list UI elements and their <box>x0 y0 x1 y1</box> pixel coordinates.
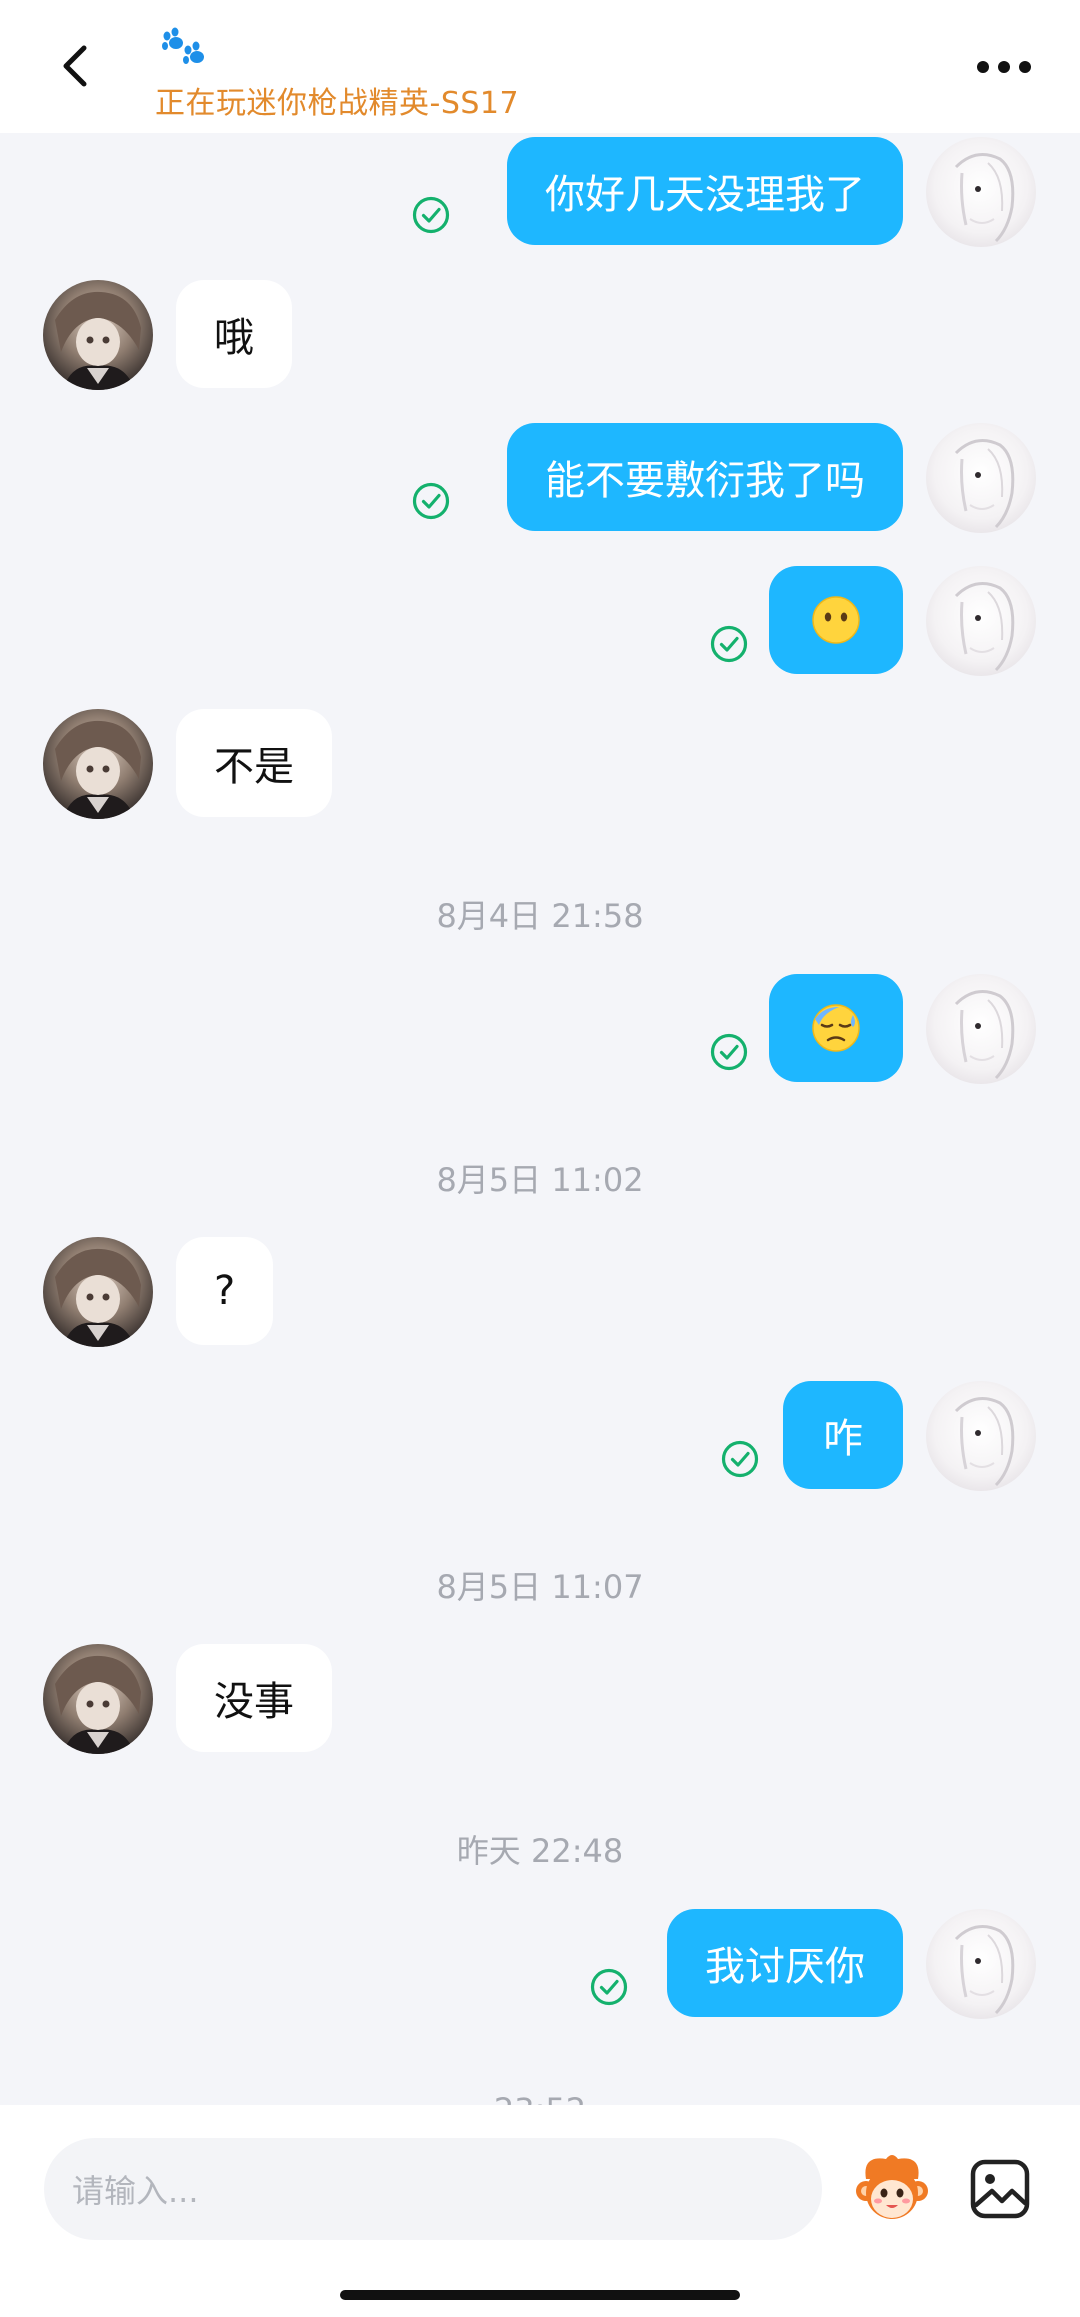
message-list[interactable]: 你好几天没理我了 哦 能不要敷衍我了吗 不是 8月4日 21:58 8月5日 1… <box>0 133 1080 2105</box>
chevron-left-icon <box>63 45 87 87</box>
message-row-outgoing <box>0 566 1080 676</box>
message-input[interactable]: 请输入... <box>44 2138 822 2240</box>
message-row-outgoing: 我讨厌你 <box>0 1909 1080 2019</box>
paw-icon <box>154 24 210 74</box>
read-check-icon <box>589 1967 629 2007</box>
time-divider: 8月4日 21:58 <box>436 897 644 935</box>
image-button[interactable] <box>968 2157 1032 2221</box>
home-indicator <box>340 2290 740 2300</box>
contact-avatar[interactable] <box>43 1644 153 1754</box>
my-avatar[interactable] <box>926 566 1036 676</box>
contact-avatar[interactable] <box>43 1237 153 1347</box>
more-button[interactable] <box>974 52 1034 82</box>
contact-avatar[interactable] <box>43 280 153 390</box>
read-check-icon <box>411 481 451 521</box>
my-avatar[interactable] <box>926 137 1036 247</box>
downcast-face-with-sweat-emoji <box>812 1004 860 1052</box>
message-input-bar: 请输入... <box>0 2105 1080 2317</box>
message-bubble-outgoing[interactable] <box>769 974 903 1082</box>
time-divider: 8月5日 11:02 <box>436 1161 644 1199</box>
read-check-icon <box>411 195 451 235</box>
my-avatar[interactable] <box>926 974 1036 1084</box>
monkey-mascot-icon[interactable] <box>852 2149 932 2229</box>
message-bubble-outgoing[interactable]: 你好几天没理我了 <box>507 137 903 245</box>
message-row-outgoing: 能不要敷衍我了吗 <box>0 423 1080 533</box>
image-icon <box>970 2159 1030 2219</box>
contact-avatar[interactable] <box>43 709 153 819</box>
read-check-icon <box>709 1032 749 1072</box>
message-bubble-outgoing[interactable] <box>769 566 903 674</box>
time-divider: 8月5日 11:07 <box>436 1568 644 1606</box>
playing-status: 正在玩迷你枪战精英-SS17 <box>155 86 520 121</box>
message-bubble-incoming[interactable]: 没事 <box>176 1644 332 1752</box>
message-bubble-incoming[interactable]: 不是 <box>176 709 332 817</box>
time-divider: 23:52 <box>0 2091 1080 2105</box>
message-row-outgoing: 咋 <box>0 1381 1080 1491</box>
message-bubble-outgoing[interactable]: 咋 <box>783 1381 903 1489</box>
read-check-icon <box>709 624 749 664</box>
message-bubble-outgoing[interactable]: 能不要敷衍我了吗 <box>507 423 903 531</box>
message-bubble-incoming[interactable]: ? <box>176 1237 274 1345</box>
neutral-face-emoji <box>812 596 860 644</box>
my-avatar[interactable] <box>926 1381 1036 1491</box>
message-bubble-incoming[interactable]: 哦 <box>176 280 292 388</box>
message-row-outgoing <box>0 974 1080 1084</box>
read-check-icon <box>720 1439 760 1479</box>
back-button[interactable] <box>50 36 100 96</box>
message-row-incoming: ? <box>0 1237 1080 1347</box>
more-horizontal-icon <box>977 61 1031 73</box>
message-row-outgoing: 你好几天没理我了 <box>0 137 1080 247</box>
my-avatar[interactable] <box>926 423 1036 533</box>
chat-header: 正在玩迷你枪战精英-SS17 <box>0 0 1080 133</box>
my-avatar[interactable] <box>926 1909 1036 2019</box>
message-row-incoming: 没事 <box>0 1644 1080 1754</box>
message-row-incoming: 哦 <box>0 280 1080 390</box>
message-bubble-outgoing[interactable]: 我讨厌你 <box>667 1909 903 2017</box>
time-divider: 昨天 22:48 <box>456 1832 624 1870</box>
message-row-incoming: 不是 <box>0 709 1080 819</box>
